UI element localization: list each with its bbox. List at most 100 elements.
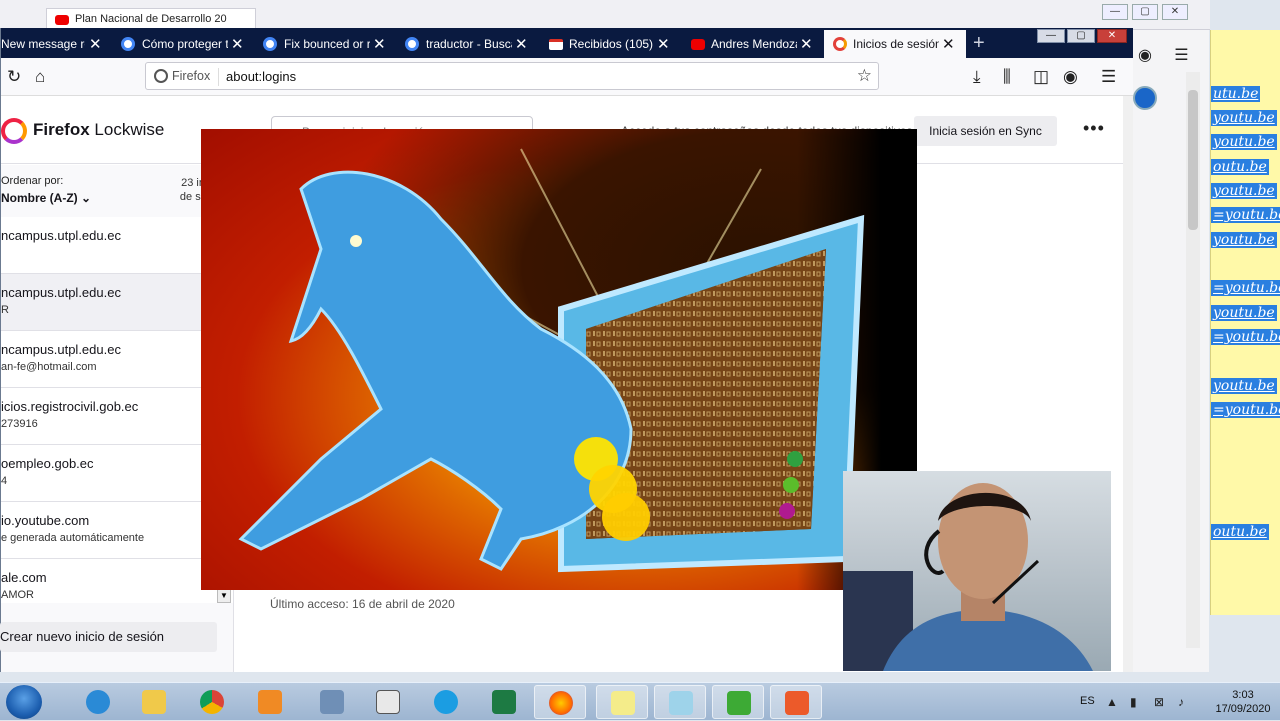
- library-icon[interactable]: ⫼: [1003, 67, 1011, 87]
- login-list: ncampus.utpl.edu.ec ncampus.utpl.edu.ec R…: [1, 217, 233, 603]
- scrollbar-thumb[interactable]: [1188, 90, 1198, 230]
- taskbar-edge[interactable]: [420, 685, 472, 719]
- bookmark-star-icon[interactable]: ☆: [857, 66, 872, 86]
- tab-new-message[interactable]: New message re ✕: [1, 30, 109, 58]
- menu-icon[interactable]: ☰: [1174, 47, 1188, 64]
- more-options-icon[interactable]: •••: [1083, 118, 1105, 139]
- clock[interactable]: 3:03 17/09/2020: [1210, 688, 1276, 716]
- login-list-item[interactable]: oempleo.gob.ec 4: [1, 445, 233, 502]
- close-tab-icon[interactable]: ✕: [942, 35, 955, 53]
- account-icon[interactable]: ◉: [1063, 67, 1078, 87]
- new-tab-icon[interactable]: +: [973, 32, 985, 55]
- link-text[interactable]: outu.be: [1211, 524, 1269, 540]
- account-icon[interactable]: ◉: [1138, 47, 1152, 64]
- extension-icon[interactable]: [1133, 86, 1157, 110]
- network-status-icon[interactable]: ⊠: [1154, 695, 1164, 709]
- taskbar-media-player[interactable]: [244, 685, 296, 719]
- login-list-item[interactable]: ncampus.utpl.edu.ec R: [1, 274, 233, 331]
- sync-signin-button[interactable]: Inicia sesión en Sync: [914, 116, 1057, 146]
- background-scrollbar[interactable]: [1186, 72, 1200, 648]
- link-text[interactable]: =youtu.be: [1211, 280, 1280, 296]
- link-text[interactable]: youtu.be: [1211, 305, 1277, 321]
- home-icon[interactable]: ⌂: [35, 67, 45, 87]
- taskbar-snipping-tool[interactable]: [654, 685, 706, 719]
- background-window-controls: — ▢ ✕: [1102, 4, 1188, 20]
- tab-fix-bounced[interactable]: Fix bounced or re ✕: [255, 30, 395, 58]
- tab-traductor[interactable]: traductor - Busca ✕: [397, 30, 537, 58]
- link-text[interactable]: utu.be: [1211, 86, 1261, 102]
- window-controls: — ▢ ✕: [1037, 29, 1127, 43]
- login-domain: ale.com: [1, 570, 47, 585]
- firefox-identity-icon[interactable]: [154, 69, 168, 83]
- url-bar[interactable]: Firefox about:logins ☆: [145, 62, 879, 90]
- sidebar-icon[interactable]: ◫: [1033, 67, 1049, 87]
- minimize-icon[interactable]: —: [1037, 29, 1065, 43]
- link-text[interactable]: youtu.be: [1211, 378, 1277, 394]
- close-icon[interactable]: ✕: [1162, 4, 1188, 20]
- clock-time: 3:03: [1232, 689, 1254, 701]
- tab-andres-mendoza[interactable]: Andres Mendoza ✕: [681, 30, 821, 58]
- webcam-video: [843, 471, 1111, 671]
- login-list-item[interactable]: ncampus.utpl.edu.ec: [1, 217, 233, 274]
- login-list-item[interactable]: ale.com AMOR: [1, 559, 233, 603]
- reload-icon[interactable]: ↻: [7, 67, 21, 87]
- create-new-login-button[interactable]: Crear nuevo inicio de sesión: [0, 622, 217, 652]
- taskbar-notepad[interactable]: [362, 685, 414, 719]
- maximize-icon[interactable]: ▢: [1067, 29, 1095, 43]
- background-tab[interactable]: Plan Nacional de Desarrollo 20: [46, 8, 256, 30]
- link-text[interactable]: youtu.be: [1211, 110, 1277, 126]
- login-list-item[interactable]: ncampus.utpl.edu.ec an-fe@hotmail.com: [1, 331, 233, 388]
- product-name: Lockwise: [94, 120, 165, 139]
- link-text[interactable]: outu.be: [1211, 159, 1269, 175]
- notepad-panel: utu.be youtu.be youtu.be outu.be youtu.b…: [1210, 30, 1280, 615]
- link-text[interactable]: =youtu.be: [1211, 329, 1280, 345]
- close-tab-icon[interactable]: ✕: [231, 35, 244, 53]
- google-icon: [121, 37, 135, 51]
- link-text[interactable]: =youtu.be: [1211, 402, 1280, 418]
- close-tab-icon[interactable]: ✕: [89, 35, 102, 53]
- illustration-shapes: [238, 148, 865, 573]
- taskbar-sticky-notes[interactable]: [596, 685, 648, 719]
- taskbar-camtasia-green[interactable]: [712, 685, 764, 719]
- downloads-icon[interactable]: ⤓: [973, 67, 981, 87]
- background-toolbar-icons: ◉ ☰: [1138, 45, 1189, 65]
- signal-icon[interactable]: ▮: [1130, 695, 1137, 709]
- camtasia-editor-icon: [785, 691, 809, 715]
- close-window-icon[interactable]: ✕: [1097, 29, 1127, 43]
- taskbar-excel[interactable]: [478, 685, 530, 719]
- url-text[interactable]: about:logins: [226, 69, 296, 84]
- taskbar-file-explorer[interactable]: [128, 685, 180, 719]
- maximize-icon[interactable]: ▢: [1132, 4, 1158, 20]
- menu-icon[interactable]: ☰: [1101, 67, 1116, 87]
- login-list-item[interactable]: icios.registrocivil.gob.ec 273916: [1, 388, 233, 445]
- close-tab-icon[interactable]: ✕: [373, 35, 386, 53]
- page-scrollbar[interactable]: [1123, 96, 1133, 672]
- volume-icon[interactable]: ♪: [1178, 695, 1184, 709]
- tab-label: Fix bounced or re: [284, 37, 370, 51]
- taskbar-internet-explorer[interactable]: [72, 685, 124, 719]
- link-text[interactable]: =youtu.be: [1211, 207, 1280, 223]
- language-indicator[interactable]: ES: [1080, 695, 1095, 707]
- taskbar-chrome[interactable]: [186, 685, 238, 719]
- sort-select[interactable]: Nombre (A-Z) ⌄: [1, 191, 91, 205]
- tab-label: traductor - Busca: [426, 37, 512, 51]
- link-text[interactable]: youtu.be: [1211, 183, 1277, 199]
- taskbar-firefox[interactable]: [534, 685, 586, 719]
- start-button[interactable]: [6, 685, 42, 719]
- close-tab-icon[interactable]: ✕: [515, 35, 528, 53]
- link-text[interactable]: youtu.be: [1211, 232, 1277, 248]
- close-tab-icon[interactable]: ✕: [657, 35, 670, 53]
- tab-como-proteger[interactable]: Cómo proteger t ✕: [113, 30, 253, 58]
- close-tab-icon[interactable]: ✕: [800, 35, 813, 53]
- minimize-icon[interactable]: —: [1102, 4, 1128, 20]
- login-list-item[interactable]: io.youtube.com e generada automáticamente: [1, 502, 233, 559]
- tab-recibidos[interactable]: Recibidos (105) - ✕: [539, 30, 679, 58]
- link-text[interactable]: youtu.be: [1211, 134, 1277, 150]
- tab-inicios-de-sesion[interactable]: Inicios de sesión ✕: [824, 30, 966, 58]
- list-scroll-down-icon[interactable]: ▼: [217, 589, 231, 603]
- show-hidden-icons-icon[interactable]: ▲: [1106, 695, 1118, 709]
- taskbar-network-app[interactable]: [306, 685, 358, 719]
- lockwise-icon: [833, 37, 847, 51]
- taskbar-camtasia-orange[interactable]: [770, 685, 822, 719]
- background-tab-label: Plan Nacional de Desarrollo 20: [75, 13, 227, 25]
